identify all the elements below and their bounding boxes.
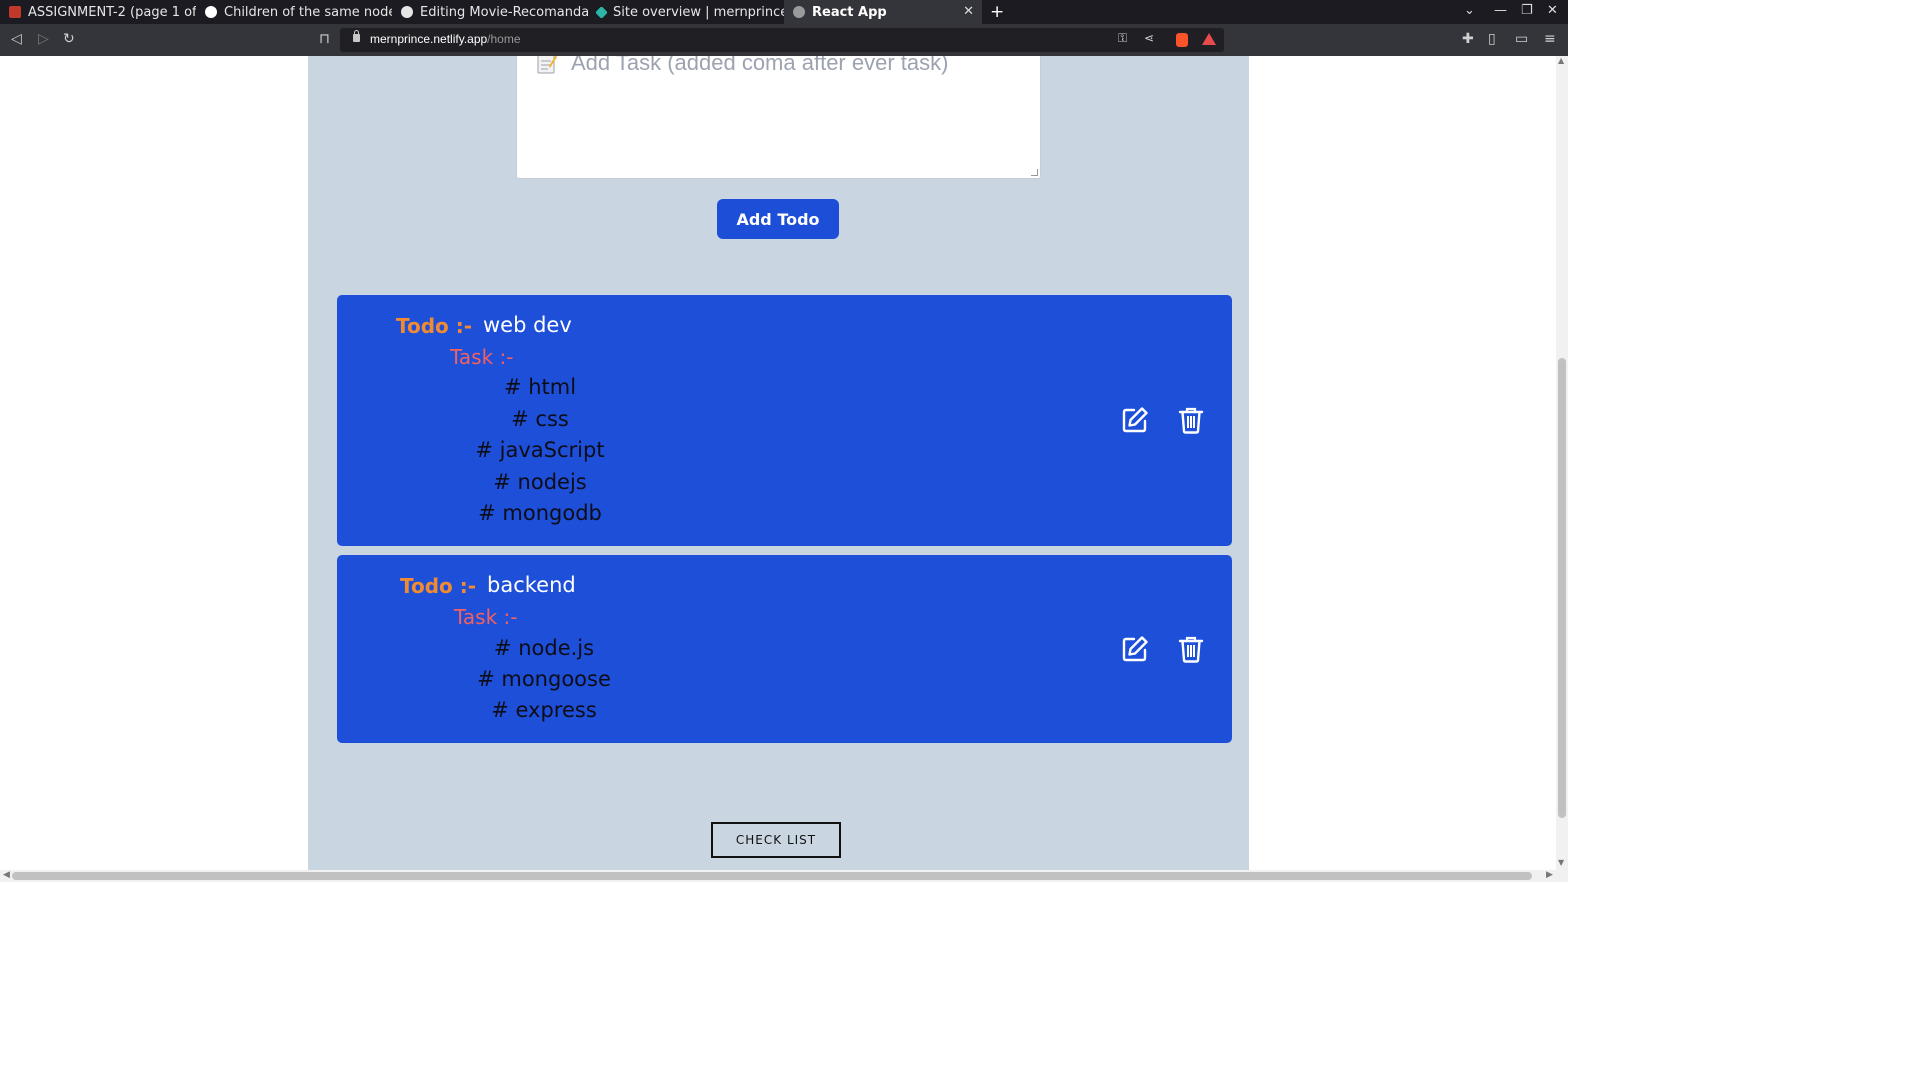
trash-icon[interactable] <box>1177 406 1205 434</box>
task-label: Task :- <box>450 345 514 369</box>
task-item: # mongoose <box>477 667 611 691</box>
browser-tab-bar: ASSIGNMENT-2 (page 1 of 12) Children of … <box>0 0 1568 24</box>
tab-title: Editing Movie-Recomandation <box>420 4 588 20</box>
tab-list-icon[interactable]: ⌄ <box>1464 3 1475 18</box>
add-todo-button[interactable]: Add Todo <box>717 199 839 239</box>
tab-title: Children of the same node are <box>224 4 392 20</box>
url-text[interactable]: mernprince.netlify.app/home <box>370 32 521 46</box>
globe-icon <box>793 6 805 18</box>
vertical-scroll-thumb[interactable] <box>1558 358 1566 818</box>
app-panel: Add Task (added coma after ever task) Ad… <box>308 56 1249 870</box>
close-window-icon[interactable]: ✕ <box>1547 3 1558 18</box>
tab-google-search[interactable]: Children of the same node are <box>196 0 392 24</box>
address-bar[interactable]: mernprince.netlify.app/home ⚿ ⋖ <box>340 28 1224 52</box>
edit-icon[interactable] <box>1121 406 1149 434</box>
tab-react-app[interactable]: React App ✕ <box>784 0 982 24</box>
task-item: # css <box>511 407 569 431</box>
check-list-button[interactable]: CHECK LIST <box>711 822 841 858</box>
bookmark-icon[interactable]: ⊓ <box>319 31 330 47</box>
scroll-down-icon[interactable]: ▼ <box>1558 858 1564 867</box>
page-viewport: Add Task (added coma after ever task) Ad… <box>0 56 1556 870</box>
tab-netlify[interactable]: Site overview | mernprince <box>588 0 784 24</box>
forward-icon[interactable]: ▷ <box>38 31 49 47</box>
todo-title: backend <box>487 573 576 597</box>
resize-handle[interactable] <box>1031 169 1038 176</box>
todo-label: Todo :- <box>396 314 473 338</box>
tab-title: Site overview | mernprince <box>613 4 784 20</box>
edit-icon[interactable] <box>1121 635 1149 663</box>
sidebar-icon[interactable]: ▯ <box>1488 31 1496 47</box>
brave-rewards-icon[interactable] <box>1202 33 1216 45</box>
scroll-up-icon[interactable]: ▲ <box>1558 56 1564 65</box>
todo-card: Todo :- backend Task :- # node.js # mong… <box>337 555 1232 743</box>
tab-assignment[interactable]: ASSIGNMENT-2 (page 1 of 12) <box>0 0 196 24</box>
lock-icon <box>353 30 360 42</box>
minimize-icon[interactable]: — <box>1494 3 1507 18</box>
task-item: # mongodb <box>478 501 602 525</box>
todo-label: Todo :- <box>400 574 477 598</box>
memo-icon <box>537 56 557 74</box>
share-icon[interactable]: ⋖ <box>1144 31 1154 45</box>
netlify-icon <box>595 5 608 19</box>
key-icon[interactable]: ⚿ <box>1118 31 1127 46</box>
task-item: # express <box>491 698 597 722</box>
scroll-right-icon[interactable]: ▶ <box>1546 870 1553 880</box>
google-icon <box>205 6 217 18</box>
github-icon <box>401 6 413 18</box>
browser-toolbar: ◁ ▷ ↻ ⊓ mernprince.netlify.app/home ⚿ ⋖ … <box>0 24 1568 56</box>
new-tab-button[interactable]: + <box>990 2 1004 22</box>
url-host: mernprince.netlify.app <box>370 32 488 46</box>
url-path: /home <box>487 32 521 46</box>
close-tab-icon[interactable]: ✕ <box>963 4 974 19</box>
tab-github[interactable]: Editing Movie-Recomandation <box>392 0 588 24</box>
scroll-left-icon[interactable]: ◀ <box>3 870 10 880</box>
todo-card: Todo :- web dev Task :- # html # css # j… <box>337 295 1232 546</box>
reload-icon[interactable]: ↻ <box>63 31 75 47</box>
task-item: # node.js <box>493 636 595 660</box>
textarea-placeholder: Add Task (added coma after ever task) <box>571 56 949 75</box>
task-item: # nodejs <box>493 470 587 494</box>
task-item: # html <box>503 375 577 399</box>
task-label: Task :- <box>454 605 518 629</box>
tab-title: ASSIGNMENT-2 (page 1 of 12) <box>28 4 196 20</box>
back-icon[interactable]: ◁ <box>11 31 22 47</box>
horizontal-scroll-thumb[interactable] <box>12 872 1532 880</box>
horizontal-scrollbar[interactable]: ◀ ▶ <box>0 870 1568 882</box>
trash-icon[interactable] <box>1177 635 1205 663</box>
wallet-icon[interactable]: ▭ <box>1515 31 1528 47</box>
menu-icon[interactable]: ≡ <box>1544 31 1556 47</box>
pdf-icon <box>9 6 21 18</box>
task-textarea[interactable]: Add Task (added coma after ever task) <box>516 56 1041 179</box>
extensions-icon[interactable]: ✚ <box>1462 31 1474 47</box>
restore-icon[interactable]: ❐ <box>1521 3 1533 18</box>
tab-title: React App <box>812 4 887 20</box>
vertical-scrollbar[interactable]: ▲ ▼ <box>1556 56 1568 870</box>
todo-title: web dev <box>483 313 572 337</box>
brave-shield-icon[interactable] <box>1176 33 1188 47</box>
task-item: # javaScript <box>475 438 605 462</box>
